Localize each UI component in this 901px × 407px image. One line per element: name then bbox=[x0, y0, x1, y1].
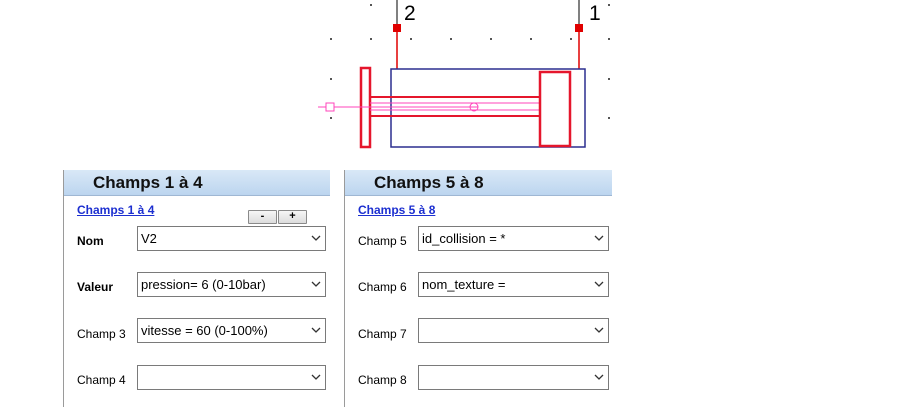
chevron-down-icon[interactable] bbox=[311, 235, 321, 242]
field-label-champ-6: Champ 6 bbox=[358, 280, 407, 294]
port-1[interactable] bbox=[575, 0, 583, 69]
chevron-down-icon[interactable] bbox=[594, 235, 604, 242]
panel-body: Champs 5 à 8 Champ 5 id_collision = * Ch… bbox=[345, 196, 612, 407]
panel-champs-5-8: Champs 5 à 8 Champs 5 à 8 Champ 5 id_col… bbox=[344, 170, 612, 407]
field-label-champ-4: Champ 4 bbox=[77, 373, 126, 387]
panel-header: Champs 5 à 8 bbox=[345, 170, 612, 196]
nom-combobox[interactable]: V2 bbox=[137, 226, 326, 251]
panel-header: Champs 1 à 4 bbox=[64, 170, 330, 196]
cylinder-body[interactable] bbox=[390, 68, 586, 148]
grid-dots bbox=[330, 4, 610, 119]
collapse-button[interactable]: - bbox=[248, 210, 277, 224]
field-label-valeur: Valeur bbox=[77, 280, 114, 294]
panel-body: Champs 1 à 4 - + Nom V2 Valeur pression=… bbox=[64, 196, 330, 407]
champ-6-combobox[interactable]: nom_texture = bbox=[418, 272, 609, 297]
field-label-champ-7: Champ 7 bbox=[358, 327, 407, 341]
cylinder-diagram: 2 1 bbox=[318, 0, 610, 149]
field-label-champ-3: Champ 3 bbox=[77, 327, 126, 341]
combo-value: V2 bbox=[141, 231, 157, 246]
champ-8-combobox[interactable] bbox=[418, 365, 609, 390]
chevron-down-icon[interactable] bbox=[311, 327, 321, 334]
panel-title: Champs 5 à 8 bbox=[374, 173, 484, 192]
section-link-champs-1-4[interactable]: Champs 1 à 4 bbox=[77, 203, 154, 217]
piston-head[interactable] bbox=[538, 70, 572, 148]
port-1-label: 1 bbox=[589, 2, 601, 25]
combo-value: nom_texture = bbox=[422, 277, 506, 292]
panel-title: Champs 1 à 4 bbox=[93, 173, 203, 192]
chevron-down-icon[interactable] bbox=[594, 374, 604, 381]
combo-value: pression= 6 (0-10bar) bbox=[141, 277, 266, 292]
chevron-down-icon[interactable] bbox=[594, 327, 604, 334]
field-label-nom: Nom bbox=[77, 234, 104, 248]
champ-3-combobox[interactable]: vitesse = 60 (0-100%) bbox=[137, 318, 326, 343]
field-label-champ-8: Champ 8 bbox=[358, 373, 407, 387]
chevron-down-icon[interactable] bbox=[594, 281, 604, 288]
panel-champs-1-4: Champs 1 à 4 Champs 1 à 4 - + Nom V2 Val… bbox=[63, 170, 330, 407]
chevron-down-icon[interactable] bbox=[311, 281, 321, 288]
port-2-label: 2 bbox=[404, 2, 416, 25]
valeur-combobox[interactable]: pression= 6 (0-10bar) bbox=[137, 272, 326, 297]
combo-value: vitesse = 60 (0-100%) bbox=[141, 323, 268, 338]
field-label-champ-5: Champ 5 bbox=[358, 234, 407, 248]
champ-7-combobox[interactable] bbox=[418, 318, 609, 343]
piston-rod[interactable] bbox=[318, 96, 541, 117]
champ-4-combobox[interactable] bbox=[137, 365, 326, 390]
expand-button[interactable]: + bbox=[278, 210, 307, 224]
section-link-champs-5-8[interactable]: Champs 5 à 8 bbox=[358, 203, 435, 217]
chevron-down-icon[interactable] bbox=[311, 374, 321, 381]
combo-value: id_collision = * bbox=[422, 231, 506, 246]
port-2[interactable] bbox=[393, 0, 401, 69]
champ-5-combobox[interactable]: id_collision = * bbox=[418, 226, 609, 251]
